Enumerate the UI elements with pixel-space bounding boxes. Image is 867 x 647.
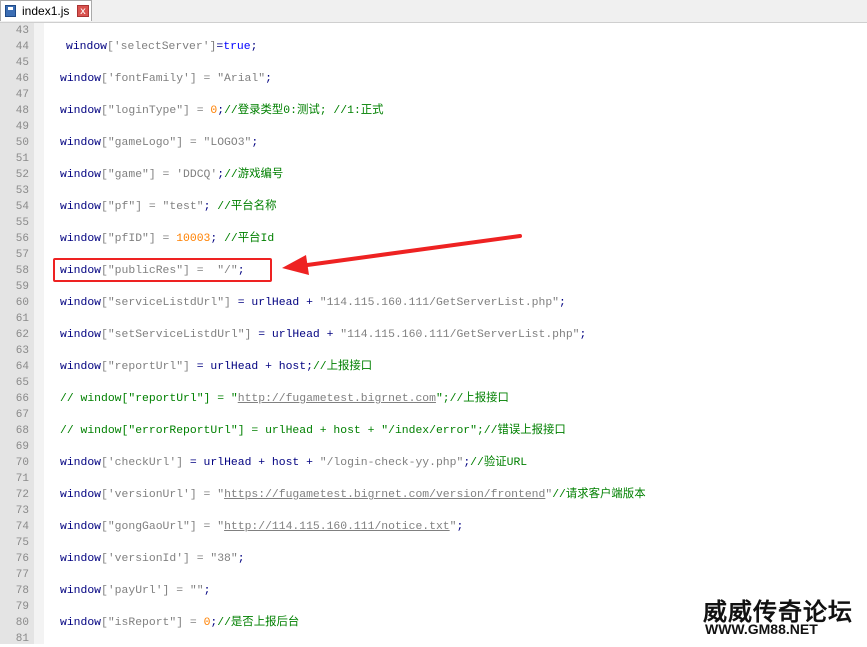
watermark-url: WWW.GM88.NET xyxy=(705,621,818,637)
watermark: 威威传奇论坛 WWW.GM88.NET xyxy=(703,592,863,642)
red-arrow-annotation xyxy=(282,234,522,275)
